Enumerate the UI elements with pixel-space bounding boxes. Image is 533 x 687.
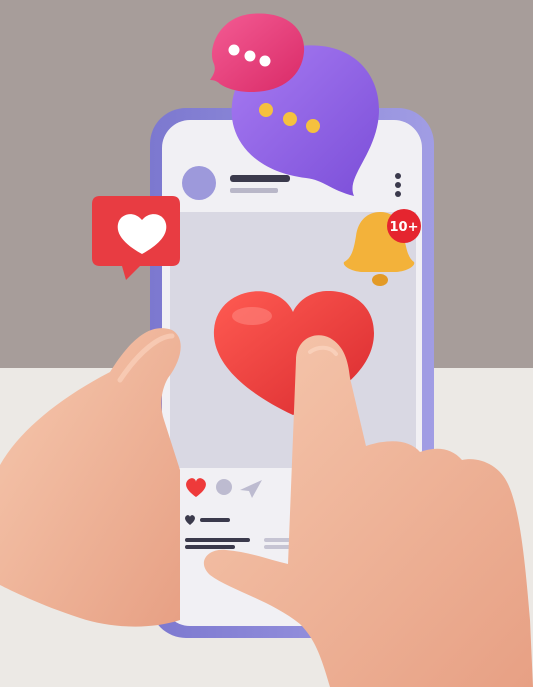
heart-highlight	[232, 307, 272, 325]
illustration-scene: 10+	[0, 13, 533, 687]
notification-badge-count: 10+	[390, 220, 419, 235]
username-line	[230, 175, 290, 182]
comment-icon[interactable]	[216, 479, 232, 495]
likes-line	[200, 518, 230, 522]
subtitle-line	[230, 188, 278, 193]
more-icon[interactable]	[395, 173, 401, 197]
caption-line-1	[185, 538, 250, 542]
left-hand	[0, 328, 181, 627]
caption-line-2	[185, 545, 235, 549]
avatar	[182, 166, 216, 200]
